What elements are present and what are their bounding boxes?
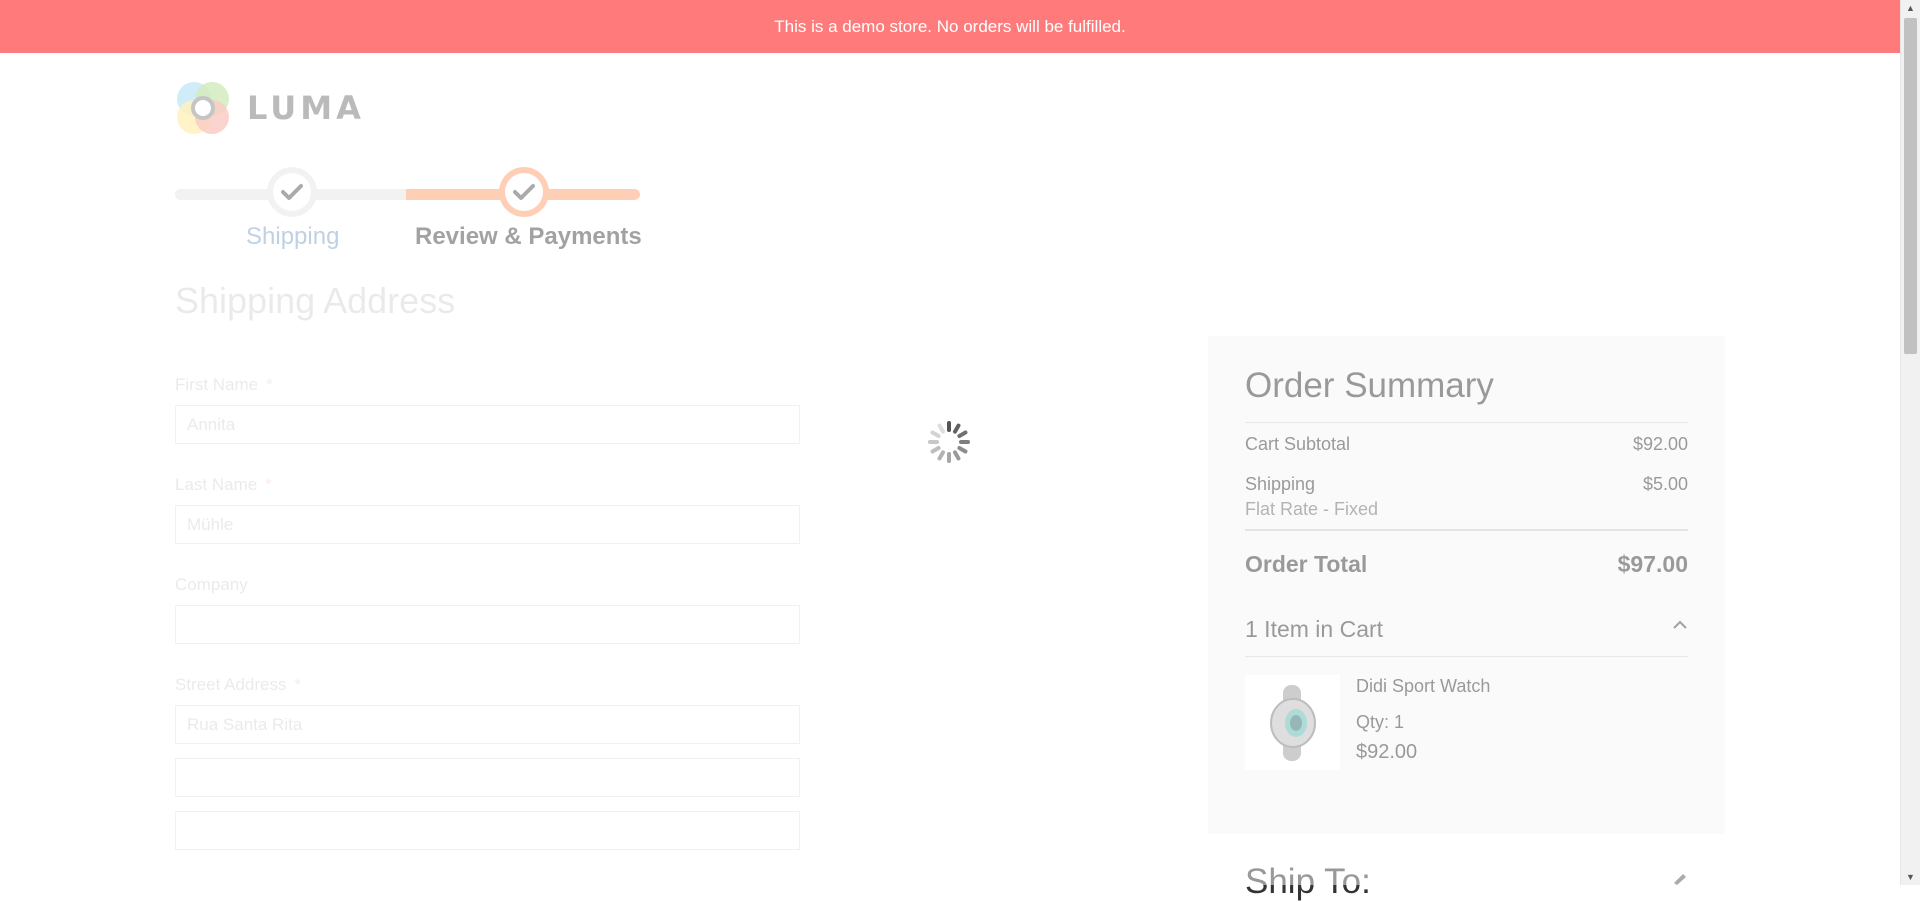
scroll-down-arrow-icon[interactable]: ▼ <box>1901 869 1920 885</box>
scrollbar-thumb[interactable] <box>1904 18 1917 354</box>
demo-store-notice: This is a demo store. No orders will be … <box>774 16 1126 36</box>
loading-overlay <box>0 53 1900 885</box>
scroll-up-arrow-icon[interactable]: ▲ <box>1901 0 1920 16</box>
loading-spinner-icon <box>928 421 970 463</box>
page-scrollbar[interactable]: ▲ ▼ <box>1900 0 1920 885</box>
demo-store-banner: This is a demo store. No orders will be … <box>0 0 1900 53</box>
